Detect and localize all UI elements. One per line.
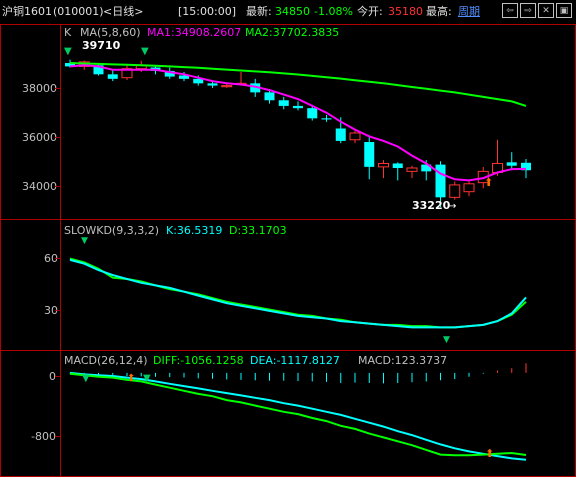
candle-body	[364, 142, 375, 167]
macd-diff-line	[69, 372, 527, 457]
chart-area[interactable]: K MA(5,8,60) MA1:34908.2607 MA2:37702.38…	[0, 24, 576, 477]
macd-dea-label: DEA:-1117.8127	[250, 354, 340, 367]
candle-body	[506, 162, 517, 166]
min-price-arrow-icon: →	[448, 201, 456, 212]
kd-d-label: D:33.1703	[229, 224, 287, 237]
down-arrow-icon: ▼	[143, 373, 151, 384]
candle-body	[307, 108, 318, 119]
up-arrow-icon: ⬆	[127, 373, 135, 384]
candle-body	[207, 83, 218, 86]
y-tick-36000: 36000	[22, 131, 57, 144]
maximize-button[interactable]: ▣	[556, 3, 572, 18]
macd-value-label: MACD:123.3737	[358, 354, 447, 367]
indicator-label: K	[64, 26, 72, 39]
scroll-right-button[interactable]: ⇨	[520, 3, 536, 18]
period-link[interactable]: 周期	[458, 5, 480, 19]
macd-dea-line	[69, 371, 527, 461]
down-arrow-icon: ▼	[443, 335, 450, 345]
candlestick-series	[65, 59, 531, 208]
signal-arrows: ▼ ▼ ⬆ ▼ ▼ ▼ ⬆ ▼ ⬆	[64, 46, 494, 460]
macd-y-tick-0: 0	[49, 370, 56, 383]
candle-body	[264, 92, 275, 101]
scroll-left-button[interactable]: ⇦	[502, 3, 518, 18]
min-price-label: 33220	[412, 199, 451, 212]
candle-body	[293, 105, 303, 109]
kd-k-line	[69, 258, 527, 329]
ma1-line	[69, 64, 527, 182]
candle-body	[406, 167, 418, 172]
max-price-label: 39710	[82, 39, 121, 52]
ma2-label: MA2:37702.3835	[245, 26, 339, 39]
macd-y-tick-800: -800	[31, 430, 56, 443]
down-arrow-icon: ▼	[64, 46, 72, 57]
ma-label: MA(5,8,60)	[80, 26, 141, 39]
macd-label: MACD(26,12,4)	[64, 354, 148, 367]
candle-body	[335, 128, 346, 141]
candle-body	[449, 184, 461, 198]
kd-k-label: K:36.5319	[166, 224, 222, 237]
period-label: <日线>	[103, 5, 144, 18]
candle-body	[378, 162, 389, 168]
y-tick-38000: 38000	[22, 82, 57, 95]
macd-diff-label: DIFF:-1056.1258	[153, 354, 244, 367]
candle-body	[435, 164, 446, 198]
candle-body	[349, 132, 361, 141]
high-label: 最高:	[426, 5, 452, 18]
latest-value: 34850	[275, 5, 310, 18]
time-label: [15:00:00]	[178, 5, 236, 18]
candle-body	[392, 163, 403, 168]
open-label: 今开:	[357, 5, 383, 18]
latest-label: 最新:	[246, 5, 272, 18]
ma1-label: MA1:34908.2607	[147, 26, 241, 39]
kd-label: SLOWKD(9,3,3,2)	[64, 224, 159, 237]
kd-d-line	[69, 257, 527, 329]
candle-body	[278, 100, 289, 106]
symbol-name: 沪铜1601	[2, 5, 52, 18]
down-arrow-icon: ▼	[82, 373, 90, 384]
open-value: 35180	[388, 5, 423, 18]
symbol-code: (010001)	[53, 5, 104, 18]
up-arrow-icon: ⬆	[485, 447, 494, 460]
down-arrow-icon: ▼	[141, 46, 149, 57]
chart-frame	[0, 24, 576, 477]
candle-body	[221, 85, 233, 88]
header-bar: 沪铜1601 (010001) <日线> [15:00:00] 最新: 3485…	[0, 0, 576, 25]
candle-body	[321, 118, 332, 120]
up-arrow-icon: ⬆	[484, 176, 493, 189]
change-percent: -1.08%	[314, 5, 353, 18]
down-arrow-icon: ▼	[81, 236, 88, 246]
candle-body	[463, 183, 475, 193]
y-tick-34000: 34000	[22, 180, 57, 193]
candle-body	[107, 74, 118, 79]
main-y-axis: 38000 36000 34000	[22, 82, 57, 193]
close-button[interactable]: ✕	[538, 3, 554, 18]
